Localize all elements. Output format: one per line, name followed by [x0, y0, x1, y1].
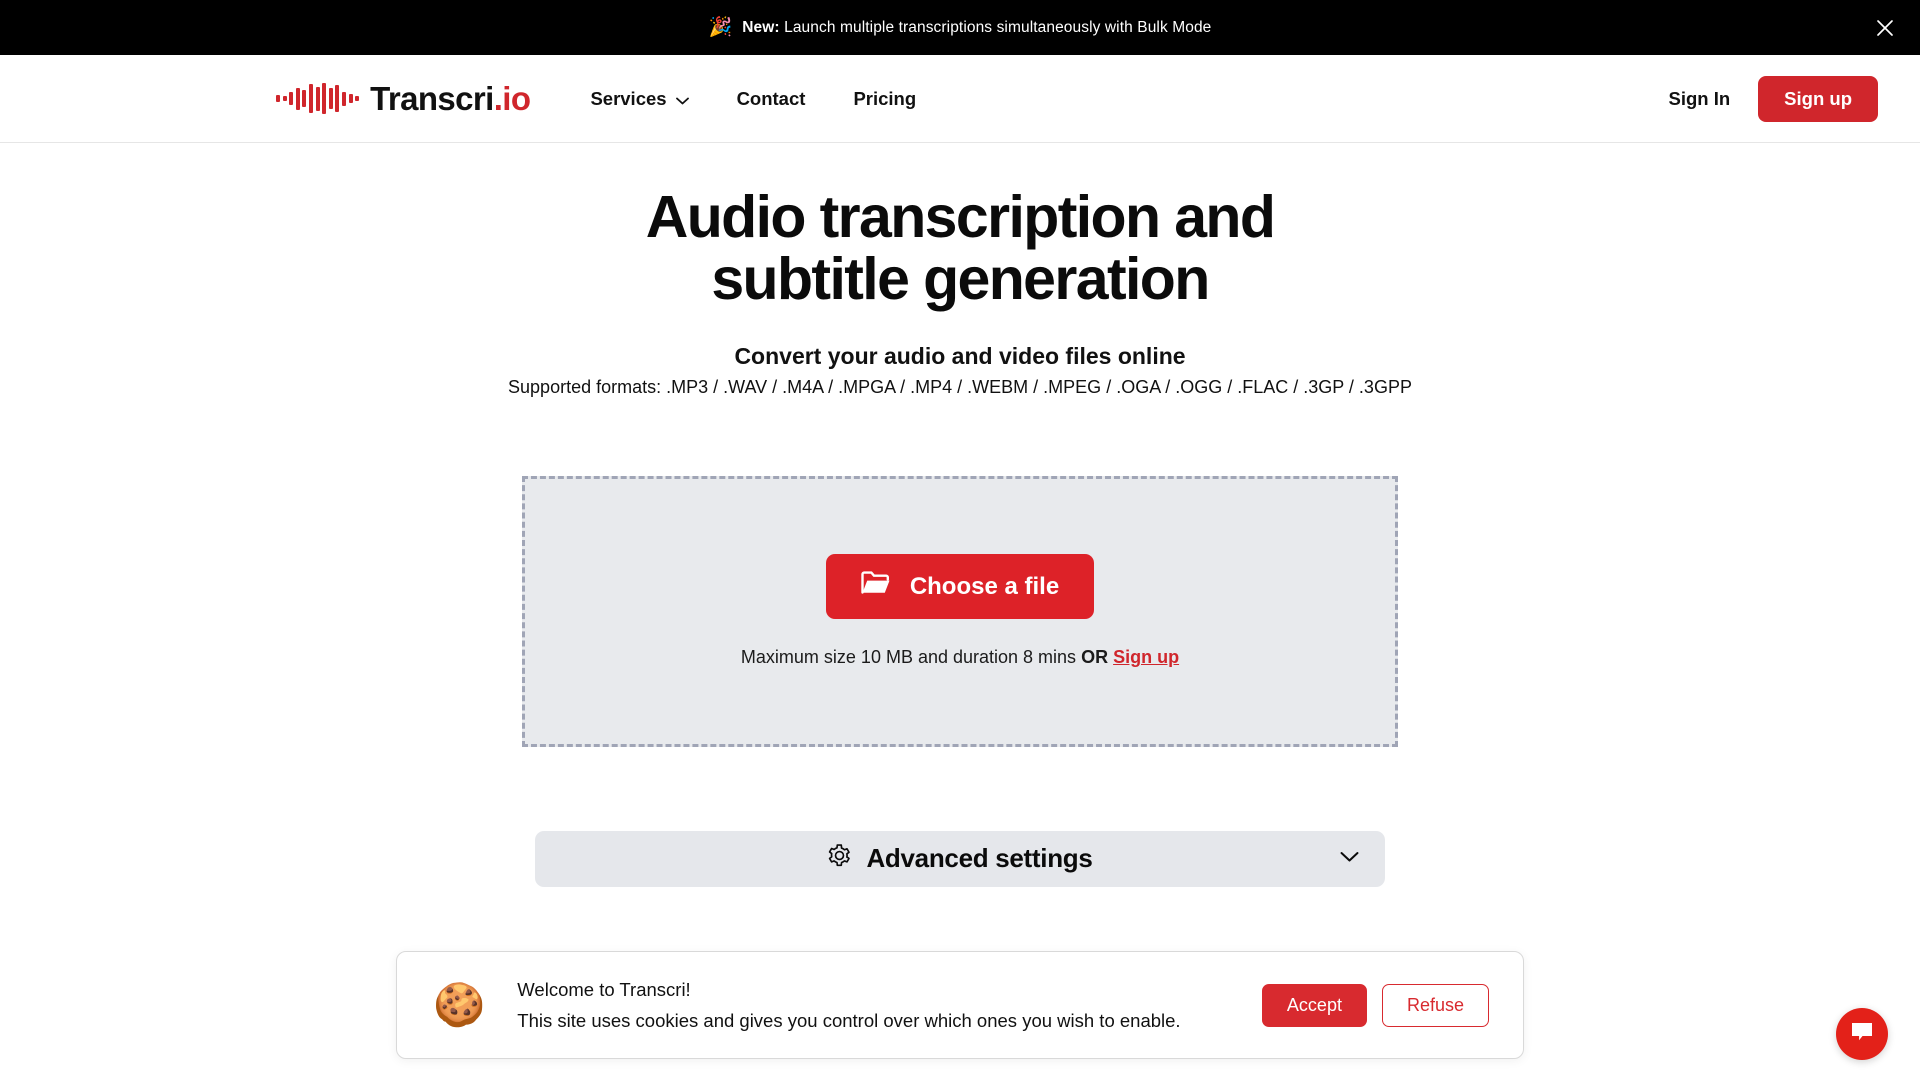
main-nav: Services Contact Pricing — [590, 88, 916, 110]
close-icon[interactable] — [1870, 13, 1900, 43]
hero-section: Audio transcription and subtitle generat… — [0, 143, 1920, 398]
advanced-settings-label-group: Advanced settings — [827, 843, 1093, 875]
dropzone-note-or: OR — [1081, 647, 1109, 668]
announcement-body: Launch multiple transcriptions simultane… — [779, 18, 1212, 36]
hero-subtitle: Convert your audio and video files onlin… — [734, 342, 1186, 369]
nav-item-label: Contact — [736, 87, 806, 109]
dropzone-note: Maximum size 10 MB and duration 8 mins O… — [741, 647, 1179, 668]
chevron-down-icon — [675, 88, 689, 110]
nav-item-contact[interactable]: Contact — [737, 88, 806, 110]
announcement-content: 🎉 New: Launch multiple transcriptions si… — [709, 18, 1212, 37]
advanced-settings-toggle[interactable]: Advanced settings — [535, 830, 1385, 887]
nav-item-label: Pricing — [853, 87, 917, 109]
logo-name: Transcri — [370, 80, 494, 117]
announcement-text: New: Launch multiple transcriptions simu… — [742, 19, 1211, 37]
cookie-description: This site uses cookies and gives you con… — [517, 1009, 1181, 1031]
advanced-settings-label: Advanced settings — [866, 843, 1093, 874]
header-actions: Sign In Sign up — [1669, 75, 1878, 122]
chevron-down-icon[interactable] — [1340, 850, 1359, 868]
nav-item-services[interactable]: Services — [590, 87, 689, 110]
logo-suffix: .io — [493, 80, 531, 117]
announcement-banner: 🎉 New: Launch multiple transcriptions si… — [0, 0, 1920, 55]
choose-file-label: Choose a file — [909, 572, 1060, 600]
party-popper-icon: 🎉 — [708, 17, 733, 38]
cookie-title: Welcome to Transcri! — [517, 978, 691, 1000]
dropzone-note-main: Maximum size 10 MB and duration 8 mins — [740, 647, 1082, 668]
dropzone-signup-link[interactable]: Sign up — [1113, 647, 1179, 667]
nav-item-pricing[interactable]: Pricing — [853, 88, 916, 110]
sign-in-link[interactable]: Sign In — [1669, 88, 1731, 110]
refuse-cookies-button[interactable]: Refuse — [1381, 983, 1489, 1027]
nav-item-label: Services — [590, 87, 667, 109]
supported-formats: Supported formats: .MP3 / .WAV / .M4A / … — [508, 376, 1412, 397]
chat-widget-button[interactable] — [1836, 1008, 1888, 1060]
logo[interactable]: Transcri.io — [276, 80, 531, 117]
announcement-label: New: — [742, 18, 780, 36]
page-title: Audio transcription and subtitle generat… — [645, 184, 1276, 312]
gear-icon — [827, 843, 852, 875]
accept-cookies-button[interactable]: Accept — [1261, 983, 1367, 1027]
cookie-consent-banner: 🍪 Welcome to Transcri! This site uses co… — [396, 951, 1524, 1059]
logo-text: Transcri.io — [370, 80, 531, 117]
site-header: Transcri.io Services Contact Pricing Sig… — [0, 55, 1920, 143]
waveform-icon — [276, 82, 360, 116]
sign-up-button[interactable]: Sign up — [1758, 75, 1878, 122]
cookie-text-group: Welcome to Transcri! This site uses cook… — [517, 979, 1262, 1032]
file-dropzone[interactable]: Choose a file Maximum size 10 MB and dur… — [522, 475, 1398, 747]
cookie-icon: 🍪 — [433, 981, 486, 1028]
chat-bubble-icon — [1849, 1020, 1875, 1049]
folder-open-icon — [861, 571, 891, 602]
cookie-actions: Accept Refuse — [1261, 983, 1489, 1027]
choose-file-button[interactable]: Choose a file — [825, 554, 1095, 620]
